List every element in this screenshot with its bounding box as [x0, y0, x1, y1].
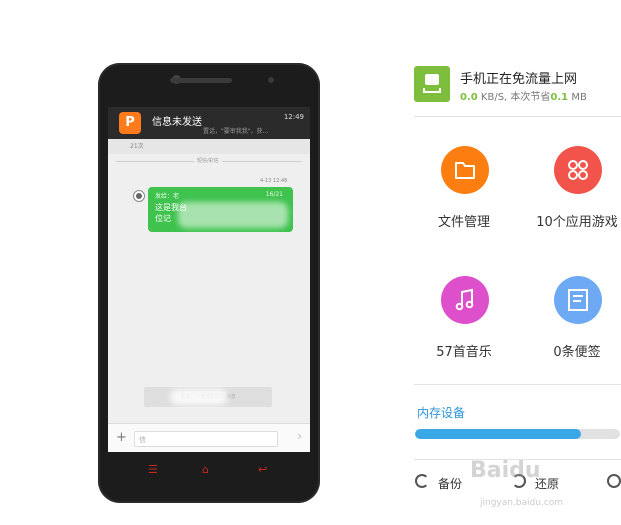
- storage-progress-bar: [415, 429, 620, 439]
- backup-icon[interactable]: [415, 474, 429, 488]
- back-key-icon[interactable]: ↩: [258, 463, 267, 476]
- backup-button[interactable]: 备份: [438, 475, 462, 492]
- watermark-logo: Baidu: [470, 458, 541, 483]
- sensor-dot: [268, 77, 274, 83]
- status-speed-line: 0.0 KB/S, 本次节省0.1 MB: [460, 88, 587, 103]
- notification-banner[interactable]: P 信息未发送 12:49 置话，"要审我我"，获...: [108, 107, 310, 139]
- phone-mockup: P 信息未发送 12:49 置话，"要审我我"，获... 21次 短信/彩信 4…: [98, 63, 320, 503]
- message-recipient: 发给：老: [155, 193, 180, 200]
- menu-key-icon[interactable]: ☰: [148, 463, 158, 476]
- tile-label: 文件管理: [437, 215, 490, 230]
- tile-apps-games[interactable]: 10个应用游戏: [527, 146, 621, 246]
- compose-input[interactable]: 信: [134, 431, 278, 447]
- saved-value: 0.1: [550, 92, 569, 103]
- send-arrow-icon[interactable]: ›: [297, 429, 302, 443]
- message-timestamp: 4-13 12:48: [260, 178, 288, 184]
- privacy-blur-2: [170, 389, 228, 405]
- tile-notes[interactable]: 0条便签: [527, 276, 621, 376]
- apps-grid-icon: [554, 146, 602, 194]
- divider-mid: [414, 384, 621, 385]
- speed-unit: KB/S, 本次节省: [480, 92, 551, 103]
- phone-sync-icon: [414, 66, 450, 102]
- tile-label: 10个应用游戏: [536, 215, 618, 230]
- message-app-icon: P: [119, 112, 141, 134]
- music-note-icon: [441, 276, 489, 324]
- watermark-url: jingyan.baidu.com: [480, 498, 564, 508]
- tile-music[interactable]: 57首音乐: [414, 276, 514, 376]
- home-key-icon[interactable]: ⌂: [202, 463, 209, 476]
- message-bubble[interactable]: 发给：老 16/21 这是我台 位记: [148, 187, 293, 232]
- storage-title[interactable]: 内存设备: [417, 404, 465, 421]
- divider-top: [414, 116, 621, 117]
- tile-file-manager[interactable]: 文件管理: [414, 146, 514, 246]
- phone-screen: P 信息未发送 12:49 置话，"要审我我"，获... 21次 短信/彩信 4…: [108, 107, 310, 452]
- tile-label: 57首音乐: [436, 345, 492, 360]
- thread-count: 21次: [130, 143, 144, 150]
- tile-label: 0条便签: [553, 345, 601, 360]
- thread-header: 21次: [108, 139, 310, 154]
- status-title: 手机正在免流量上网: [460, 72, 578, 87]
- notification-snippet: 置话，"要审我我"，获...: [203, 128, 269, 135]
- folder-icon: [441, 146, 489, 194]
- upload-icon[interactable]: [607, 474, 621, 488]
- earpiece-speaker: [170, 78, 232, 83]
- message-char-count: 16/21: [265, 191, 283, 198]
- speed-value: 0.0: [460, 92, 478, 103]
- separator-label: 短信/彩信: [194, 157, 222, 164]
- privacy-blur: [178, 202, 288, 228]
- attach-plus-icon[interactable]: +: [116, 430, 127, 445]
- notification-title: 信息未发送: [152, 117, 202, 128]
- compose-bar: + 信 ›: [108, 423, 310, 452]
- message-select-radio[interactable]: [133, 190, 145, 202]
- note-icon: [554, 276, 602, 324]
- saved-unit: MB: [571, 92, 587, 103]
- notification-time: 12:49: [283, 113, 304, 121]
- storage-progress-fill: [415, 429, 582, 439]
